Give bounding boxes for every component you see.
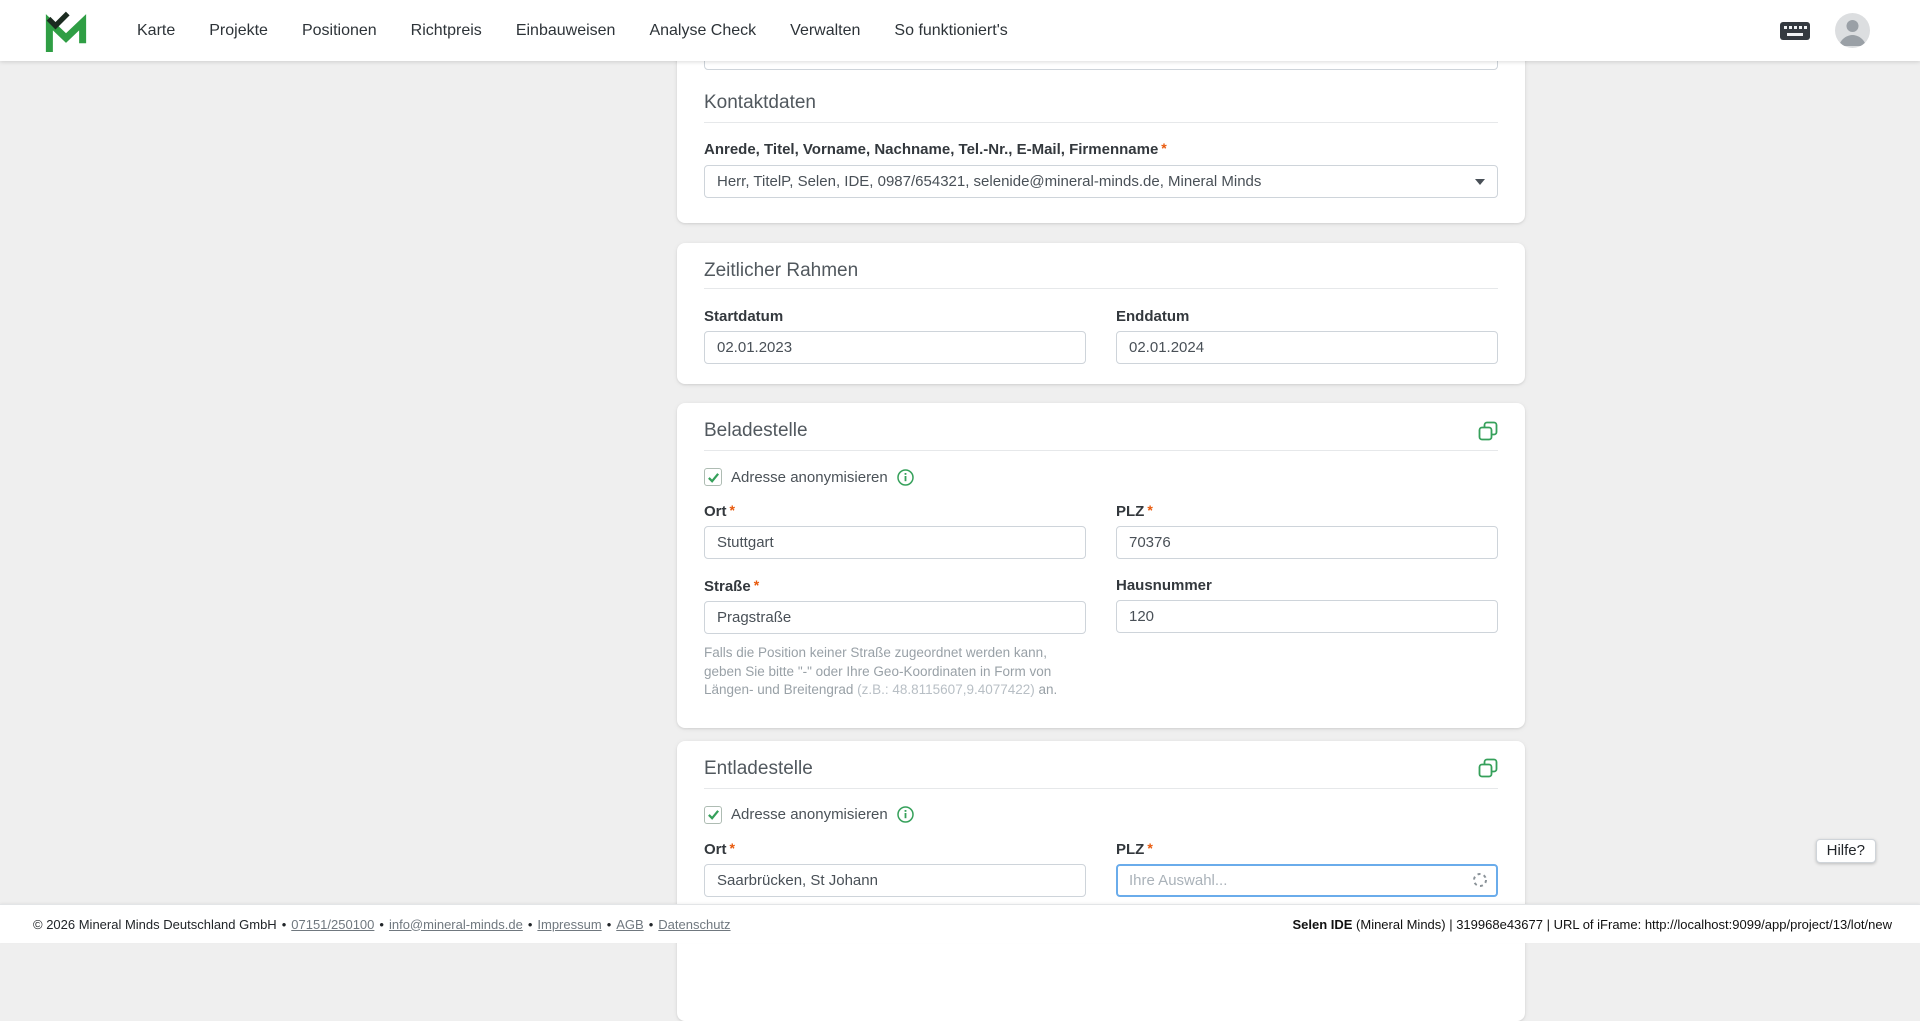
enddatum-input[interactable] bbox=[1116, 331, 1498, 364]
email-link[interactable]: info@mineral-minds.de bbox=[389, 917, 523, 932]
footer-session-info: Selen IDE (Mineral Minds) | 319968e43677… bbox=[1292, 917, 1892, 932]
person-select-label: Anrede, Titel, Vorname, Nachname, Tel.-N… bbox=[704, 140, 1167, 158]
ort-input[interactable] bbox=[704, 526, 1086, 559]
checkmark-icon bbox=[707, 472, 719, 483]
nav-item-analyse-check[interactable]: Analyse Check bbox=[649, 22, 756, 40]
nav-item-verwalten[interactable]: Verwalten bbox=[790, 22, 860, 40]
divider bbox=[704, 288, 1498, 289]
plz-label: PLZ * bbox=[1116, 502, 1153, 520]
footer: © 2026 Mineral Minds Deutschland GmbH • … bbox=[0, 904, 1920, 943]
field-enddatum: Enddatum bbox=[1116, 308, 1498, 364]
anonymize-row: Adresse anonymisieren bbox=[704, 468, 1498, 486]
nav-item-positionen[interactable]: Positionen bbox=[302, 22, 377, 40]
session-details: (Mineral Minds) | 319968e43677 | URL of … bbox=[1352, 916, 1892, 932]
info-icon[interactable] bbox=[897, 468, 914, 486]
plz-autocomplete-input[interactable] bbox=[1116, 863, 1498, 897]
field-ort: Ort * bbox=[704, 840, 1086, 897]
user-avatar[interactable] bbox=[1835, 13, 1870, 48]
required-asterisk: * bbox=[753, 577, 760, 593]
nav-item-einbauweisen[interactable]: Einbauweisen bbox=[516, 22, 616, 40]
main-content: Kontaktdaten Anrede, Titel, Vorname, Nac… bbox=[677, 0, 1525, 1021]
nav-item-richtpreis[interactable]: Richtpreis bbox=[411, 22, 482, 40]
ort-input[interactable] bbox=[704, 863, 1086, 897]
footer-left: © 2026 Mineral Minds Deutschland GmbH • … bbox=[33, 916, 731, 932]
divider bbox=[704, 450, 1498, 451]
section-title-entladestelle: Entladestelle bbox=[704, 757, 813, 779]
copyright-text: © 2026 Mineral Minds Deutschland GmbH bbox=[33, 916, 277, 932]
startdatum-input[interactable] bbox=[704, 331, 1086, 364]
session-user: Selen IDE bbox=[1292, 916, 1353, 932]
required-asterisk: * bbox=[1147, 839, 1153, 856]
field-ort: Ort * bbox=[704, 502, 1086, 559]
anonymize-checkbox[interactable] bbox=[704, 468, 722, 486]
nav-item-projekte[interactable]: Projekte bbox=[209, 22, 268, 40]
datenschutz-link[interactable]: Datenschutz bbox=[658, 917, 730, 932]
checkmark-icon bbox=[707, 810, 719, 821]
navbar-right bbox=[1779, 13, 1870, 48]
required-asterisk: * bbox=[1161, 140, 1167, 156]
anonymize-label: Adresse anonymisieren bbox=[731, 468, 888, 486]
anonymize-row: Adresse anonymisieren bbox=[704, 805, 1498, 824]
card-beladestelle: Beladestelle Adresse anonymisieren Ort *… bbox=[677, 403, 1525, 728]
enddatum-label: Enddatum bbox=[1116, 308, 1190, 325]
anonymize-label: Adresse anonymisieren bbox=[731, 806, 888, 824]
chevron-down-icon bbox=[1475, 178, 1485, 185]
divider bbox=[704, 787, 1498, 789]
navbar: Karte Projekte Positionen Richtpreis Ein… bbox=[0, 0, 1920, 61]
required-asterisk: * bbox=[729, 839, 735, 856]
impressum-link[interactable]: Impressum bbox=[537, 917, 601, 932]
section-title-zeitlicher-rahmen: Zeitlicher Rahmen bbox=[704, 260, 859, 281]
ort-label: Ort * bbox=[704, 502, 735, 520]
startdatum-label: Startdatum bbox=[704, 308, 784, 325]
card-entladestelle: Entladestelle Adresse anonymisieren Ort … bbox=[677, 740, 1525, 1021]
strasse-label: Straße * bbox=[704, 577, 760, 595]
mineral-minds-logo[interactable] bbox=[45, 10, 87, 52]
field-strasse: Straße * bbox=[704, 577, 1086, 634]
required-asterisk: * bbox=[1147, 502, 1153, 518]
help-button[interactable]: Hilfe? bbox=[1815, 839, 1876, 863]
field-startdatum: Startdatum bbox=[704, 308, 1086, 364]
field-plz: PLZ * bbox=[1116, 502, 1498, 559]
strasse-input[interactable] bbox=[704, 601, 1086, 634]
copy-icon[interactable] bbox=[1478, 758, 1498, 778]
ort-label: Ort * bbox=[704, 839, 735, 858]
section-title-kontaktdaten: Kontaktdaten bbox=[704, 92, 816, 113]
loading-spinner-icon bbox=[1472, 872, 1488, 888]
nav-item-so-funktionierts[interactable]: So funktioniert's bbox=[894, 22, 1007, 40]
copy-icon[interactable] bbox=[1478, 421, 1498, 441]
hausnummer-label: Hausnummer bbox=[1116, 577, 1212, 594]
anonymize-checkbox[interactable] bbox=[704, 805, 722, 824]
nav-item-karte[interactable]: Karte bbox=[137, 22, 175, 40]
field-plz: PLZ * bbox=[1116, 840, 1498, 897]
field-hausnummer: Hausnummer bbox=[1116, 577, 1498, 634]
plz-input[interactable] bbox=[1116, 526, 1498, 559]
hausnummer-input[interactable] bbox=[1116, 600, 1498, 633]
plz-label: PLZ * bbox=[1116, 839, 1153, 858]
section-title-beladestelle: Beladestelle bbox=[704, 420, 808, 441]
agb-link[interactable]: AGB bbox=[616, 917, 643, 932]
person-select[interactable]: Herr, TitelP, Selen, IDE, 0987/654321, s… bbox=[704, 165, 1498, 198]
main-nav: Karte Projekte Positionen Richtpreis Ein… bbox=[137, 22, 1008, 40]
card-zeitlicher-rahmen: Zeitlicher Rahmen Startdatum Enddatum bbox=[677, 243, 1525, 384]
person-select-value: Herr, TitelP, Selen, IDE, 0987/654321, s… bbox=[717, 173, 1262, 190]
phone-link[interactable]: 07151/250100 bbox=[291, 917, 374, 932]
keyboard-icon[interactable] bbox=[1779, 19, 1811, 43]
info-icon[interactable] bbox=[897, 806, 914, 824]
strasse-hint: Falls die Position keiner Straße zugeord… bbox=[704, 645, 1058, 698]
divider bbox=[704, 122, 1498, 123]
required-asterisk: * bbox=[729, 502, 735, 518]
